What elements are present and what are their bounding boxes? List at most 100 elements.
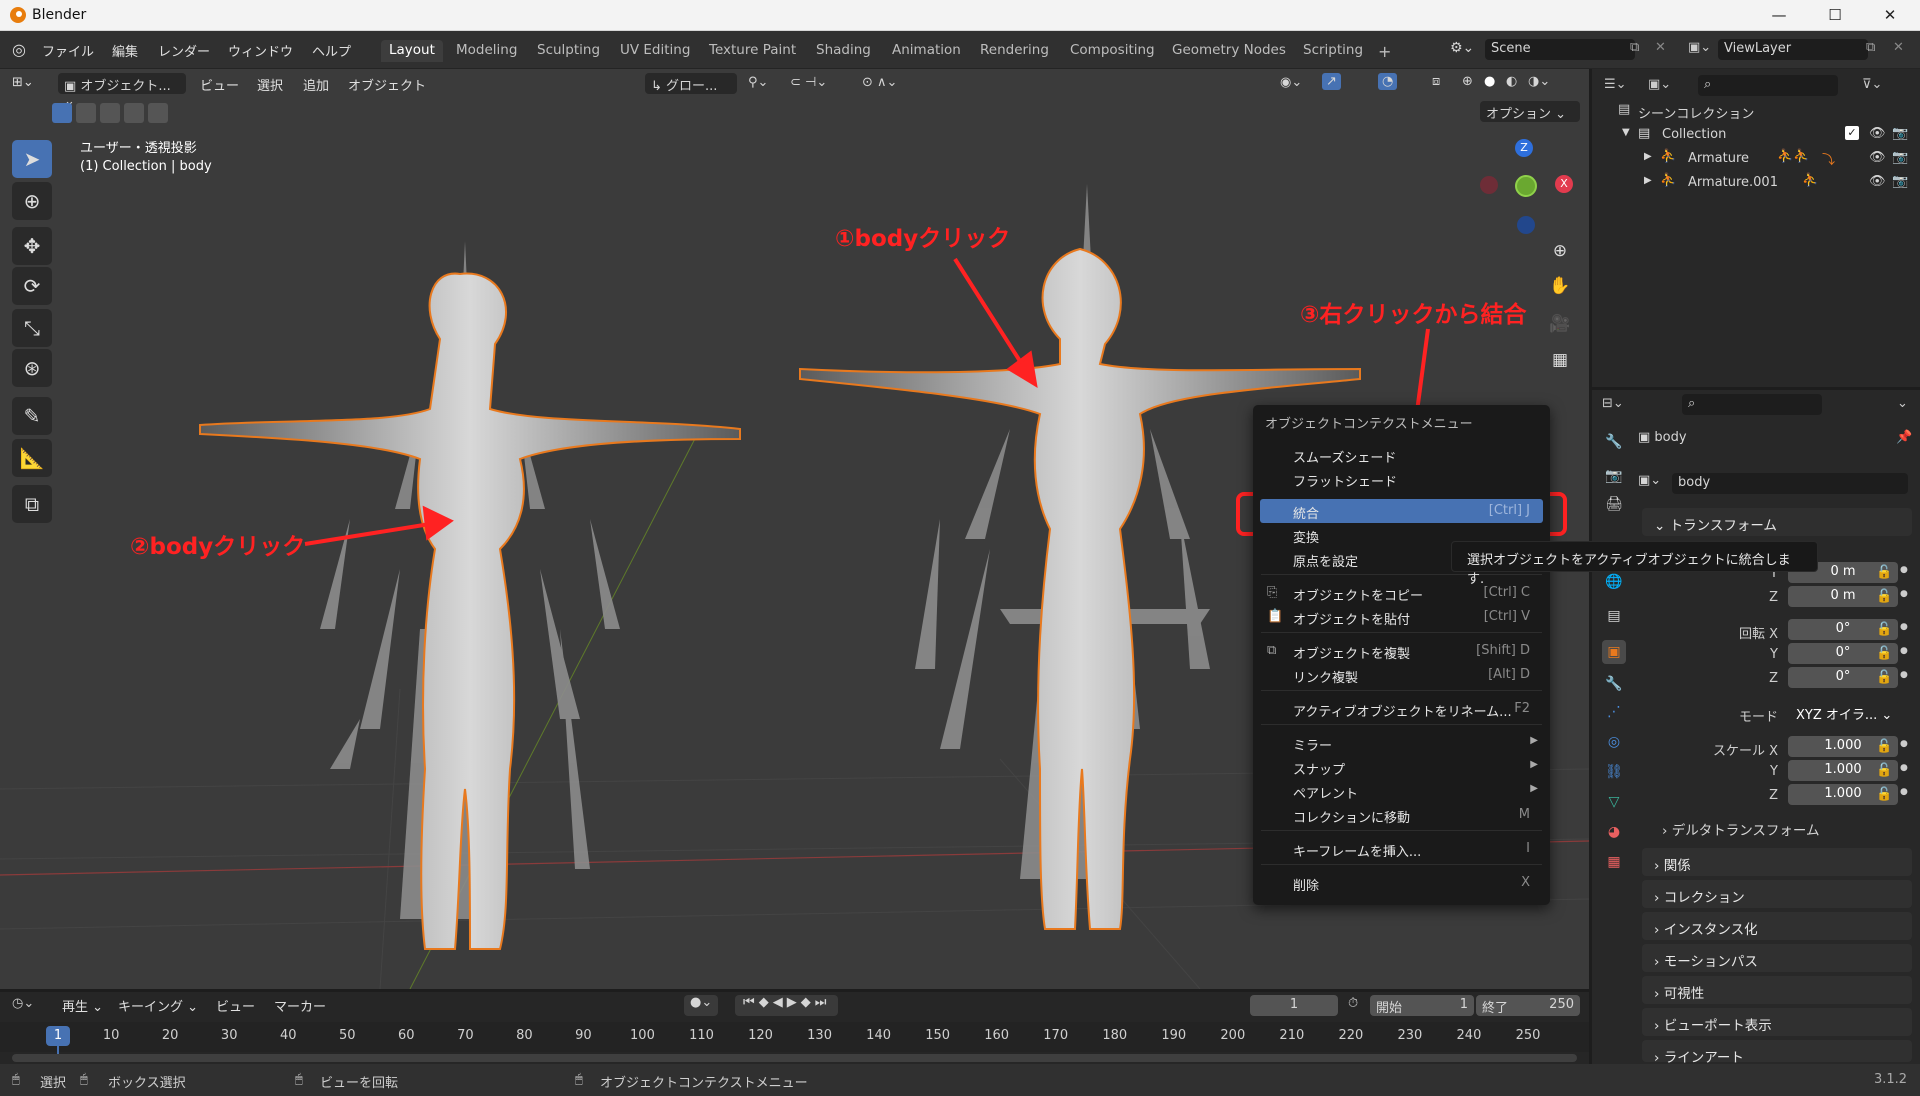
cursor-tool-icon[interactable]: ⊕ [12, 182, 52, 220]
solid-shading-icon[interactable]: ● [1484, 74, 1495, 89]
tool-tab-icon[interactable]: 🔧 [1602, 430, 1626, 454]
menu-item-duplicate-objects[interactable]: ⧉ オブジェクトを複製 [Shift] D [1253, 639, 1550, 663]
menu-item-duplicate-linked[interactable]: リンク複製 [Alt] D [1253, 663, 1550, 687]
playback-controls[interactable]: ⏮◆◀▶◆⏭ [735, 995, 839, 1016]
move-tool-icon[interactable]: ✥ [12, 227, 52, 265]
lock-icon[interactable]: 🔓 [1876, 646, 1892, 661]
expand-arrow-icon[interactable]: ▶ [1644, 175, 1652, 186]
eye-icon[interactable]: 👁 [1869, 174, 1886, 189]
camera-icon[interactable]: 📷 [1892, 150, 1908, 165]
menu-render[interactable]: レンダー [158, 41, 210, 60]
keyframe-dot-icon[interactable]: ● [1900, 589, 1908, 599]
close-button[interactable]: ✕ [1867, 4, 1913, 26]
outliner-item-armature-001[interactable]: ▶ ⛹ Armature.001 ⛹ 👁 📷 [1592, 171, 1920, 195]
timeline-menu-view[interactable]: ビュー [216, 996, 255, 1015]
modifier-tab-icon[interactable]: 🔧 [1602, 672, 1626, 696]
menu-help[interactable]: ヘルプ [312, 41, 351, 60]
particles-tab-icon[interactable]: ⋰ [1602, 700, 1626, 724]
keyframe-dot-icon[interactable]: ● [1900, 739, 1908, 749]
tab-rendering[interactable]: Rendering [972, 40, 1057, 62]
maximize-button[interactable]: ☐ [1812, 4, 1858, 26]
menu-item-join[interactable]: 統合 [Ctrl] J [1260, 499, 1543, 523]
view-layer-new-icon[interactable]: ⧉ [1866, 40, 1875, 55]
display-mode-icon[interactable]: ▣⌄ [1648, 77, 1671, 92]
exclude-checkbox[interactable]: ✓ [1845, 126, 1859, 140]
select-intersect-icon[interactable] [148, 103, 168, 123]
minimize-button[interactable]: — [1756, 4, 1802, 26]
menu-item-rename-active[interactable]: アクティブオブジェクトをリネーム... F2 [1253, 697, 1550, 721]
gizmo-neg-x[interactable] [1480, 176, 1498, 194]
measure-tool-icon[interactable]: 📐 [12, 439, 52, 477]
tab-texture-paint[interactable]: Texture Paint [701, 40, 804, 62]
lock-icon[interactable]: 🔓 [1876, 622, 1892, 637]
viewport-display-section[interactable]: › ビューポート表示 [1642, 1008, 1912, 1036]
scene-close-icon[interactable]: ✕ [1655, 40, 1666, 55]
viewport-menu-select[interactable]: 選択 [257, 75, 283, 94]
panel-options-icon[interactable]: ⌄ [1897, 396, 1908, 411]
timeline-editor-type-icon[interactable]: ◷⌄ [12, 996, 34, 1011]
jump-end-icon[interactable]: ⏭ [815, 995, 831, 1010]
keyframe-dot-icon[interactable]: ● [1900, 670, 1908, 680]
filter-icon[interactable]: ⊽⌄ [1862, 77, 1882, 92]
line-art-section[interactable]: › ラインアート [1642, 1040, 1912, 1066]
keyframe-dot-icon[interactable]: ● [1900, 646, 1908, 656]
physics-tab-icon[interactable]: ◎ [1602, 730, 1626, 754]
view-layer-icon[interactable]: ▣⌄ [1688, 40, 1711, 55]
timeline-menu-playback[interactable]: 再生 ⌄ [62, 996, 103, 1015]
pin-icon[interactable]: 📌 [1896, 430, 1912, 445]
play-reverse-icon[interactable]: ◀ [773, 995, 787, 1010]
annotate-tool-icon[interactable]: ✎ [12, 397, 52, 435]
editor-type-icon[interactable]: ⊞⌄ [12, 75, 34, 90]
view-layer-field[interactable]: ViewLayer [1718, 39, 1868, 60]
frame-end-field[interactable]: 終了 250 [1476, 995, 1580, 1016]
scale-tool-icon[interactable]: ⤡ [12, 309, 52, 347]
lock-icon[interactable]: 🔓 [1876, 589, 1892, 604]
collections-section[interactable]: › コレクション [1642, 880, 1912, 908]
rotate-tool-icon[interactable]: ⟳ [12, 267, 52, 305]
visibility-section[interactable]: › 可視性 [1642, 976, 1912, 1004]
viewport-menu-view[interactable]: ビュー [200, 75, 239, 94]
snap-icon[interactable]: ⊂ ⊣⌄ [790, 75, 827, 90]
output-tab-icon[interactable]: 🖨 [1602, 492, 1626, 516]
transform-tool-icon[interactable]: ⊛ [12, 349, 52, 387]
menu-item-parent[interactable]: ペアレント ▶ [1253, 779, 1550, 803]
add-cube-tool-icon[interactable]: ⧉ [12, 485, 52, 523]
render-tab-icon[interactable]: 📷 [1602, 464, 1626, 488]
motion-paths-section[interactable]: › モーションパス [1642, 944, 1912, 972]
grid-view-icon[interactable]: ▦ [1545, 345, 1575, 375]
left-character-model[interactable] [199, 241, 741, 950]
scene-field[interactable]: Scene [1485, 39, 1635, 60]
select-tool-icon[interactable]: ➤ [12, 140, 52, 178]
outliner-search-input[interactable]: ⌕ [1698, 75, 1838, 96]
tab-uv-editing[interactable]: UV Editing [612, 40, 698, 62]
transform-orientation-dropdown[interactable]: ↳ グロー... [645, 73, 737, 94]
select-extend-icon[interactable] [76, 103, 96, 123]
rotation-mode-dropdown[interactable]: XYZ オイラ... ⌄ [1788, 702, 1900, 723]
tab-layout[interactable]: Layout [381, 40, 443, 62]
tab-shading[interactable]: Shading [808, 40, 879, 62]
instancing-section[interactable]: › インスタンス化 [1642, 912, 1912, 940]
stopwatch-icon[interactable]: ⏱ [1348, 996, 1358, 1011]
gizmo-y-axis[interactable] [1515, 175, 1537, 197]
zoom-icon[interactable]: ⊕ [1545, 236, 1575, 266]
play-icon[interactable]: ▶ [787, 995, 801, 1010]
lock-icon[interactable]: 🔓 [1876, 763, 1892, 778]
timeline-menu-keying[interactable]: キーイング ⌄ [118, 996, 198, 1015]
object-name-field[interactable]: body [1672, 473, 1908, 494]
left-body-mesh[interactable] [199, 272, 741, 950]
gizmo-z-axis[interactable]: Z [1515, 139, 1533, 157]
auto-keying-button[interactable]: ●⌄ [684, 995, 719, 1016]
menu-window[interactable]: ウィンドウ [228, 41, 293, 60]
menu-item-delete[interactable]: 削除 X [1253, 871, 1550, 895]
add-workspace-button[interactable]: + [1370, 40, 1399, 62]
view-layer-close-icon[interactable]: ✕ [1893, 40, 1904, 55]
object-tab-icon[interactable]: ▣ [1602, 640, 1626, 664]
visibility-icon[interactable]: ◉⌄ [1280, 75, 1302, 90]
mode-dropdown[interactable]: ▣ オブジェクト... ⌄ [58, 73, 186, 109]
scene-icon[interactable]: ⚙⌄ [1450, 40, 1474, 56]
gizmo-toggle-icon[interactable]: ↗ [1322, 73, 1341, 90]
scene-new-icon[interactable]: ⧉ [1630, 40, 1639, 55]
xray-icon[interactable]: ⧈ [1432, 74, 1440, 89]
scene-collection-row[interactable]: ▤ シーンコレクション [1592, 99, 1920, 123]
select-subtract-icon[interactable] [100, 103, 120, 123]
